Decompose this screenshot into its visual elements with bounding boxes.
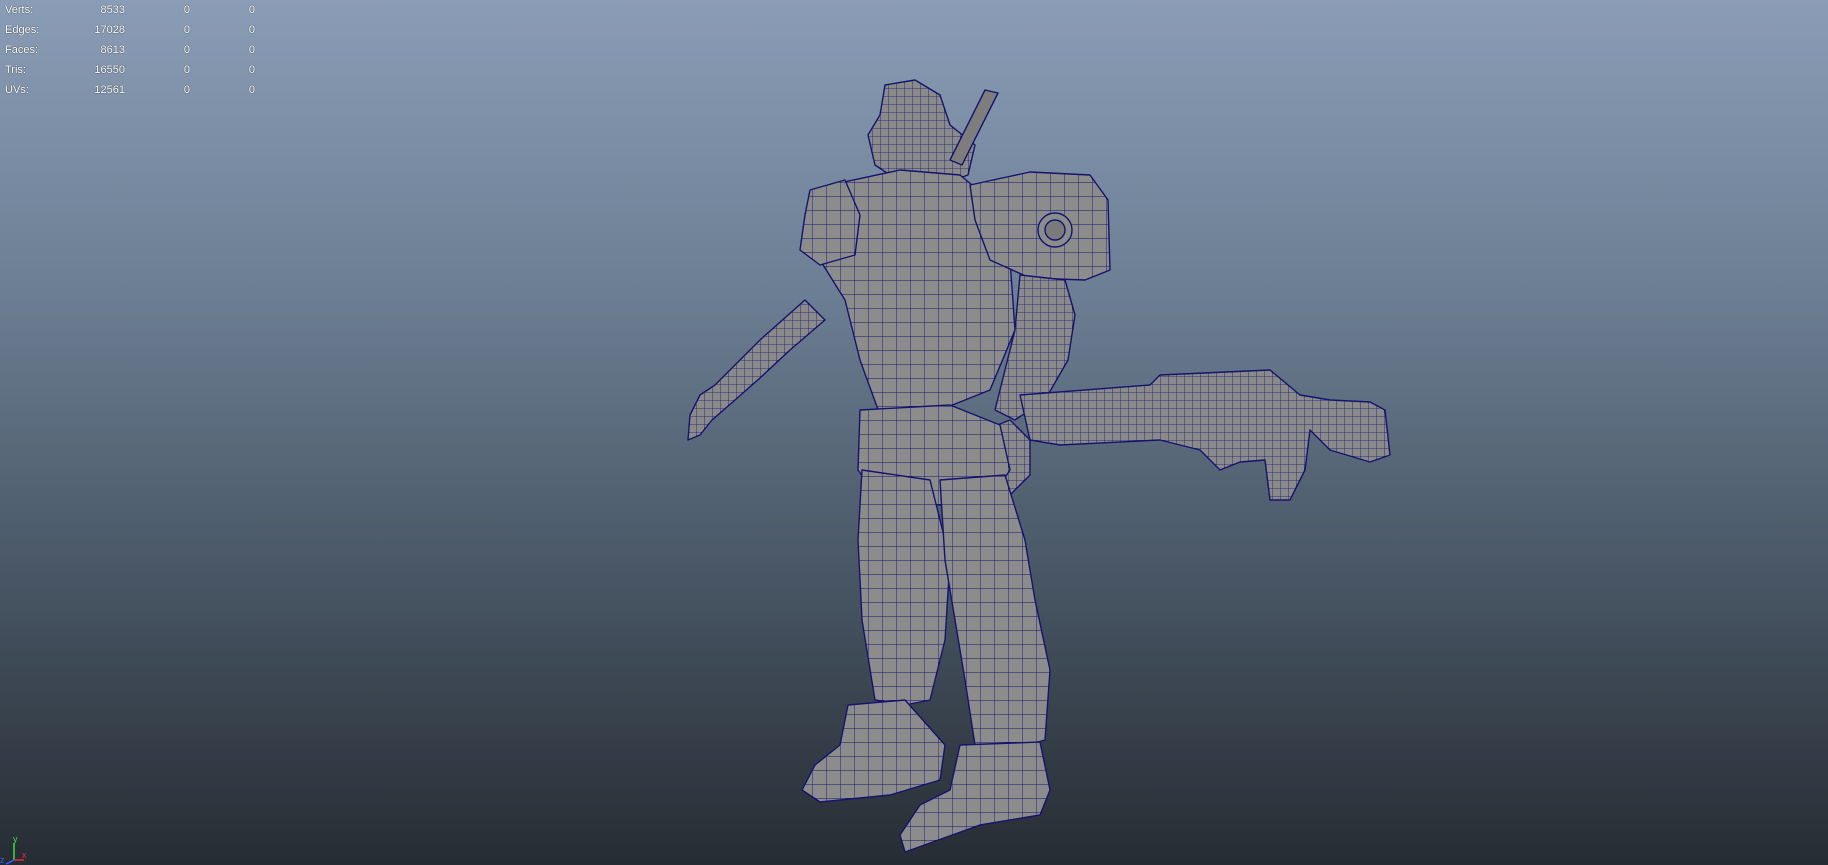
axis-z-label: z — [0, 855, 5, 865]
3d-viewport[interactable]: Verts: 8533 0 0 Edges: 17028 0 0 Faces: … — [0, 0, 1828, 865]
rifle — [1019, 369, 1391, 501]
robot-model[interactable] — [0, 0, 1828, 865]
axis-x-label: x — [22, 850, 27, 860]
axis-gizmo-icon: y x z — [0, 834, 27, 865]
left-boot — [801, 699, 946, 803]
left-shoulder-pad — [799, 179, 861, 266]
antenna — [949, 89, 999, 166]
helmet — [867, 79, 976, 186]
axis-y-label: y — [13, 834, 18, 844]
left-leg — [857, 469, 951, 706]
right-leg — [939, 474, 1051, 751]
left-arm — [687, 299, 826, 441]
